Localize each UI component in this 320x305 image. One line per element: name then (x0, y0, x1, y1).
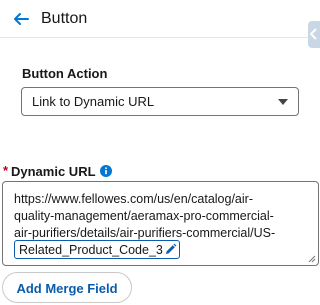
add-merge-field-label: Add Merge Field (16, 281, 118, 296)
collapse-panel-tab[interactable] (308, 21, 320, 48)
info-icon[interactable] (100, 165, 112, 177)
url-text-line-3: air-purifiers/details/air-purifiers-comm… (14, 226, 276, 240)
back-arrow-icon[interactable] (11, 9, 31, 29)
url-text-line-1: https://www.fellowes.com/us/en/catalog/a… (14, 192, 253, 206)
resize-grip-icon[interactable] (308, 255, 316, 263)
dynamic-url-label: Dynamic URL (11, 164, 96, 179)
dynamic-url-textarea[interactable]: https://www.fellowes.com/us/en/catalog/a… (2, 181, 319, 266)
merge-field-name: Related_Product_Code_3 (19, 243, 163, 257)
pencil-icon[interactable] (164, 243, 177, 256)
collapse-chevron-icon (310, 28, 317, 40)
button-action-selected-value: Link to Dynamic URL (32, 94, 155, 109)
button-action-select[interactable]: Link to Dynamic URL (21, 87, 299, 116)
url-text-line-2: quality-management/aeramax-pro-commercia… (14, 209, 274, 223)
page-title: Button (41, 10, 88, 27)
add-merge-field-button[interactable]: Add Merge Field (2, 272, 132, 303)
required-marker: * (3, 163, 9, 178)
panel-header: Button (0, 0, 320, 38)
merge-field-pill[interactable]: Related_Product_Code_3 (14, 240, 180, 259)
button-action-label: Button Action (22, 66, 108, 81)
chevron-down-icon (278, 99, 288, 105)
